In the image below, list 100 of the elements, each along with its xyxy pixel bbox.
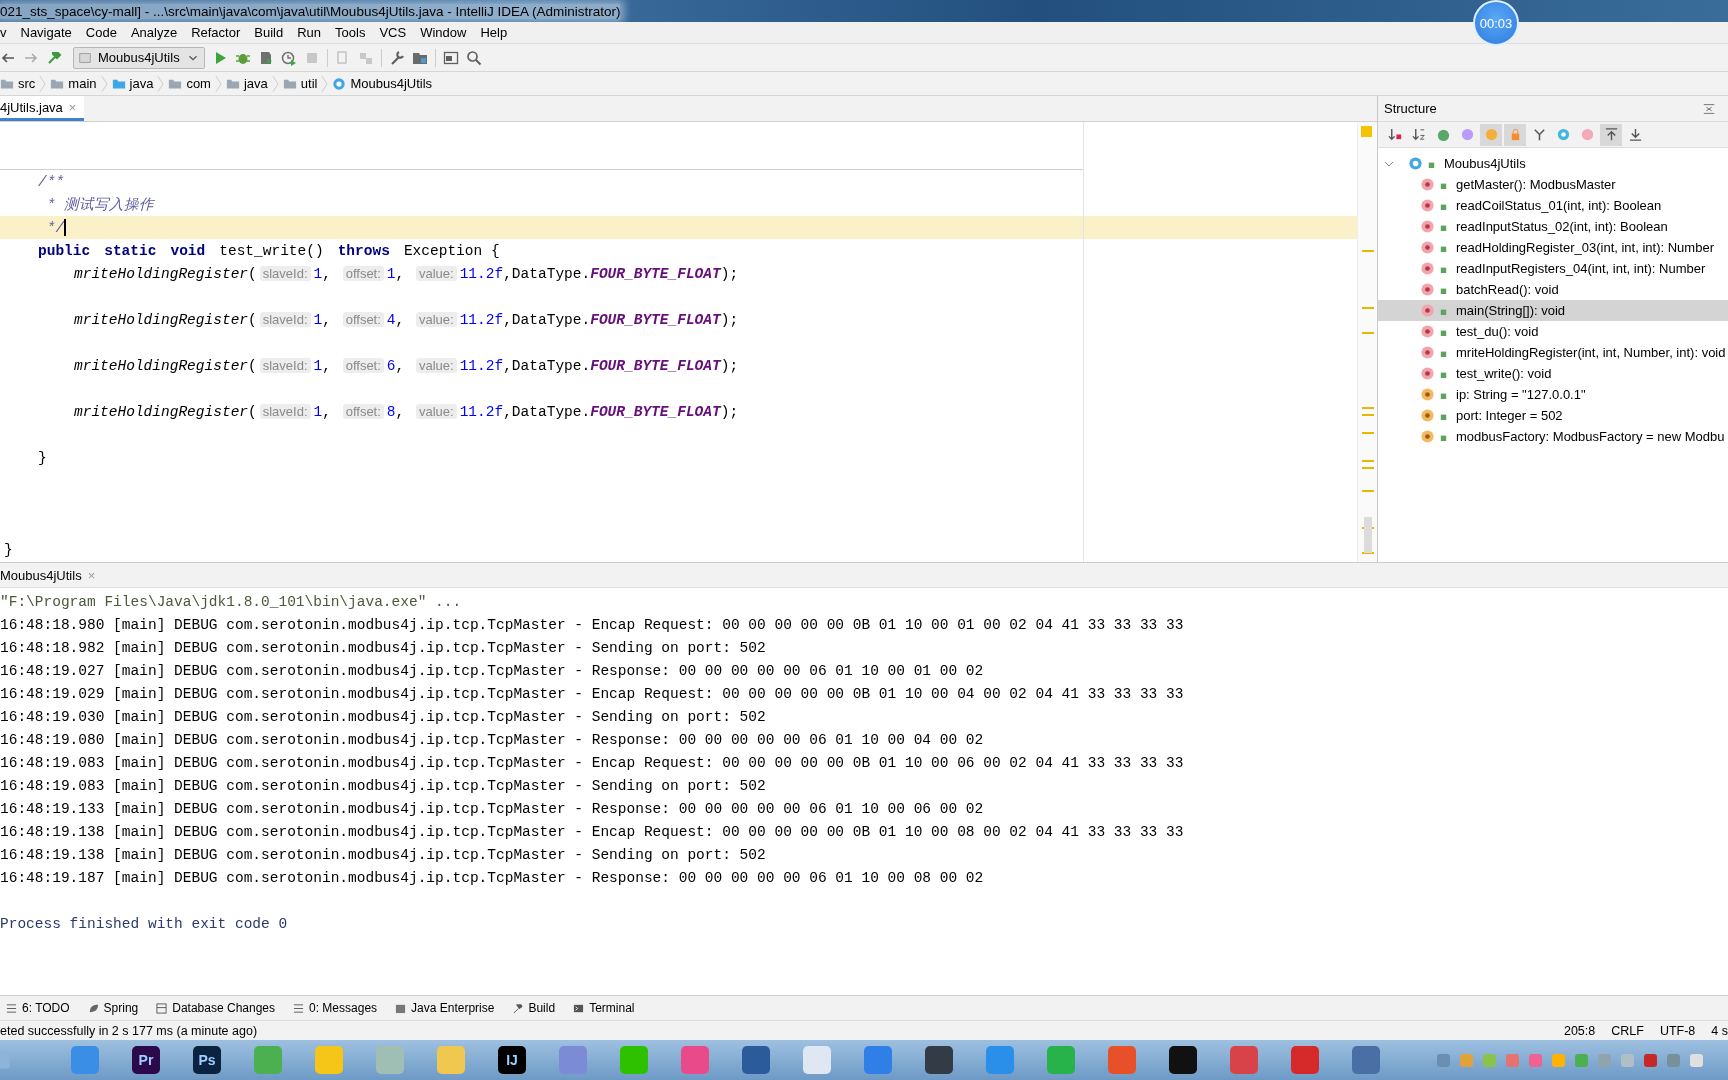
text-cursor xyxy=(64,219,67,236)
sort-icon xyxy=(1387,127,1403,142)
collapse-icon[interactable] xyxy=(1702,101,1716,116)
console-tab[interactable]: Moubus4jUtils × xyxy=(0,567,96,583)
menu-item[interactable]: Window xyxy=(413,25,474,40)
taskbar-app[interactable]: Pr xyxy=(126,1042,166,1078)
tray-icon[interactable] xyxy=(1644,1053,1657,1067)
search-icon[interactable] xyxy=(465,49,482,66)
editor-tab[interactable]: 4jUtils.java × xyxy=(0,96,85,121)
menu-item[interactable]: Refactor xyxy=(184,25,248,40)
tool-window-button[interactable]: Terminal xyxy=(573,1001,635,1015)
marker-stripe[interactable] xyxy=(1362,332,1374,334)
console-line: 16:48:19.083 [main] DEBUG com.serotonin.modbus4j.ip.tcp.TcpMaster - Sending on port: 502 xyxy=(0,777,766,794)
tree-item[interactable]: readHoldingRegister_03(int, int, int): Number xyxy=(1378,237,1728,258)
menu-item[interactable]: VCS xyxy=(372,25,414,40)
tray-icon[interactable] xyxy=(1506,1053,1519,1067)
marker-stripe[interactable] xyxy=(1362,432,1374,434)
menu-item[interactable]: Analyze xyxy=(123,25,185,40)
hammer-icon[interactable] xyxy=(46,49,62,66)
marker-stripe[interactable] xyxy=(1362,407,1374,409)
tree-item[interactable]: readCoilStatus_01(int, int): Boolean xyxy=(1378,195,1728,216)
tray-icon[interactable] xyxy=(1575,1053,1588,1067)
method-icon xyxy=(1420,345,1435,360)
breadcrumb-item[interactable]: Moubus4jUtils xyxy=(332,76,433,91)
tray-icon[interactable] xyxy=(1598,1053,1611,1067)
window-icon xyxy=(78,50,92,65)
chevron-icon xyxy=(100,73,108,94)
tool-window-button[interactable]: Build xyxy=(512,1001,556,1015)
tray-icon[interactable] xyxy=(1621,1053,1634,1067)
tree-item[interactable]: getMaster(): ModbusMaster xyxy=(1378,174,1728,195)
menu-item[interactable]: Build xyxy=(247,25,291,40)
tray-icon[interactable] xyxy=(1437,1053,1450,1067)
circle-icon xyxy=(1459,127,1475,142)
method-icon xyxy=(1420,219,1435,234)
status-item[interactable]: 205:8 xyxy=(1563,1023,1596,1038)
menu-item[interactable]: Code xyxy=(78,25,124,40)
tray-icon[interactable] xyxy=(1529,1053,1542,1067)
breadcrumb-item[interactable]: java xyxy=(225,76,268,91)
menu-item[interactable]: Navigate xyxy=(13,25,79,40)
status-item[interactable]: UTF-8 xyxy=(1659,1023,1696,1038)
menu-item[interactable]: v xyxy=(0,25,14,40)
toolbar-toggle[interactable] xyxy=(1600,123,1622,146)
class-icon xyxy=(1408,156,1423,171)
status-message: eted successfully in 2 s 177 ms (a minute ago) xyxy=(0,1023,258,1038)
run-configuration-dropdown[interactable]: Moubus4jUtils xyxy=(73,46,205,69)
breadcrumb-item[interactable]: util xyxy=(282,76,318,91)
breadcrumb-item[interactable]: com xyxy=(168,76,211,91)
inspection-status-icon[interactable] xyxy=(1361,126,1372,137)
tool-window-button[interactable]: Spring xyxy=(87,1001,139,1015)
breadcrumb-item[interactable]: src xyxy=(0,76,36,91)
console-line: 16:48:18.982 [main] DEBUG com.serotonin.modbus4j.ip.tcp.TcpMaster - Sending on port: 502 xyxy=(0,639,766,656)
toolbar-toggle[interactable] xyxy=(1480,123,1502,146)
tool-window-button[interactable]: Java Enterprise xyxy=(395,1001,495,1015)
menu-item[interactable]: Run xyxy=(290,25,329,40)
tool-window-button[interactable]: Database Changes xyxy=(156,1001,275,1015)
method-icon xyxy=(1420,261,1435,276)
tool-window-button[interactable]: 6: TODO xyxy=(6,1001,70,1015)
tool-window-button[interactable]: 0: Messages xyxy=(293,1001,378,1015)
status-item[interactable]: CRLF xyxy=(1611,1023,1644,1038)
field-icon xyxy=(1420,408,1435,423)
breadcrumb-item[interactable]: java xyxy=(111,76,154,91)
tray-icon[interactable] xyxy=(1460,1053,1473,1067)
marker-stripe[interactable] xyxy=(1362,490,1374,492)
marker-stripe[interactable] xyxy=(1362,467,1374,469)
tray-icon[interactable] xyxy=(1690,1053,1703,1067)
tree-item[interactable]: Moubus4jUtils xyxy=(1378,153,1728,174)
tree-item[interactable]: test_du(): void xyxy=(1378,321,1728,342)
code-line: * 测试写入操作 xyxy=(45,196,155,214)
status-item[interactable]: 4 s xyxy=(1711,1023,1728,1038)
marker-stripe[interactable] xyxy=(1362,414,1374,416)
menu-item[interactable]: Tools xyxy=(328,25,373,40)
tree-item[interactable]: batchRead(): void xyxy=(1378,279,1728,300)
tree-item[interactable]: main(String[]): void xyxy=(1378,300,1728,321)
tree-label: modbusFactory: ModbusFactory = new Modbu xyxy=(1456,429,1725,444)
marker-stripe[interactable] xyxy=(1362,307,1374,309)
scrollbar-thumb[interactable] xyxy=(1364,517,1372,553)
profiler-icon[interactable] xyxy=(280,49,297,66)
tree-item[interactable]: modbusFactory: ModbusFactory = new Modbu xyxy=(1378,426,1728,447)
tray-icon[interactable] xyxy=(1552,1053,1565,1067)
tree-item[interactable]: port: Integer = 502 xyxy=(1378,405,1728,426)
tree-item[interactable]: ip: String = "127.0.0.1" xyxy=(1378,384,1728,405)
tree-item[interactable]: mriteHoldingRegister(int, int, Number, int): void xyxy=(1378,342,1728,363)
tray-icon[interactable] xyxy=(1667,1053,1680,1067)
tree-label: main(String[]): void xyxy=(1456,303,1566,318)
tree-label: readCoilStatus_01(int, int): Boolean xyxy=(1456,198,1662,213)
window-icon[interactable] xyxy=(442,49,459,66)
tree-item[interactable]: readInputStatus_02(int, int): Boolean xyxy=(1378,216,1728,237)
method-icon xyxy=(1420,177,1435,192)
taskbar-app[interactable]: IJ xyxy=(492,1042,532,1078)
tree-item[interactable]: readInputRegisters_04(int, int, int): Number xyxy=(1378,258,1728,279)
tree-label: readInputStatus_02(int, int): Boolean xyxy=(1456,219,1668,234)
menu-item[interactable]: Help xyxy=(473,25,515,40)
breadcrumb-item[interactable]: main xyxy=(50,76,97,91)
marker-stripe[interactable] xyxy=(1362,460,1374,462)
tray-icon[interactable] xyxy=(1483,1053,1496,1067)
marker-stripe[interactable] xyxy=(1362,250,1374,252)
tree-item[interactable]: test_write(): void xyxy=(1378,363,1728,384)
taskbar-app[interactable]: Ps xyxy=(187,1042,227,1078)
chevron-icon xyxy=(39,73,47,94)
toolbar-toggle[interactable] xyxy=(1504,123,1526,146)
